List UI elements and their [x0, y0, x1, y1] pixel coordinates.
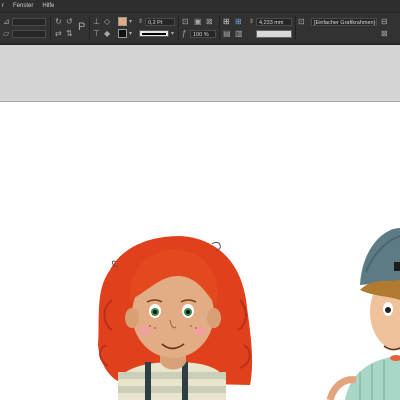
artwork-layer — [98, 228, 400, 400]
boy-illustration[interactable] — [326, 228, 400, 400]
girl-illustration[interactable] — [98, 236, 253, 400]
